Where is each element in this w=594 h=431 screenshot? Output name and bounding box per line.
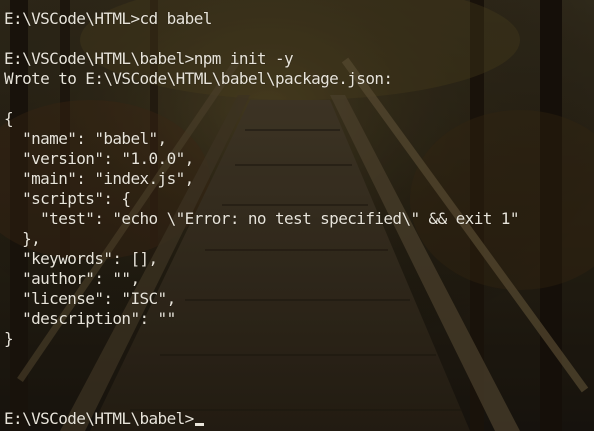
console-line: "author": "", bbox=[4, 269, 140, 288]
console-line: } bbox=[4, 329, 14, 348]
console-line: "test": "echo \"Error: no test specified… bbox=[4, 209, 519, 228]
console-line: "license": "ISC", bbox=[4, 289, 176, 308]
console-line: "version": "1.0.0", bbox=[4, 149, 194, 168]
console-line: E:\VSCode\HTML\babel>npm init -y bbox=[4, 49, 294, 68]
console-line: "keywords": [], bbox=[4, 249, 158, 268]
console-line: E:\VSCode\HTML>cd babel bbox=[4, 9, 212, 28]
console-line: "main": "index.js", bbox=[4, 169, 194, 188]
console-line: }, bbox=[4, 229, 41, 248]
terminal-window[interactable]: E:\VSCode\HTML>cd babel E:\VSCode\HTML\b… bbox=[0, 0, 594, 431]
console-line: "scripts": { bbox=[4, 189, 131, 208]
text-cursor bbox=[194, 423, 204, 426]
console-line: Wrote to E:\VSCode\HTML\babel\package.js… bbox=[4, 69, 393, 88]
console-line: "name": "babel", bbox=[4, 129, 167, 148]
console-line: { bbox=[4, 109, 14, 128]
prompt-line[interactable]: E:\VSCode\HTML\babel> bbox=[4, 409, 204, 429]
prompt-text: E:\VSCode\HTML\babel> bbox=[4, 409, 194, 428]
console-line: "description": "" bbox=[4, 309, 176, 328]
